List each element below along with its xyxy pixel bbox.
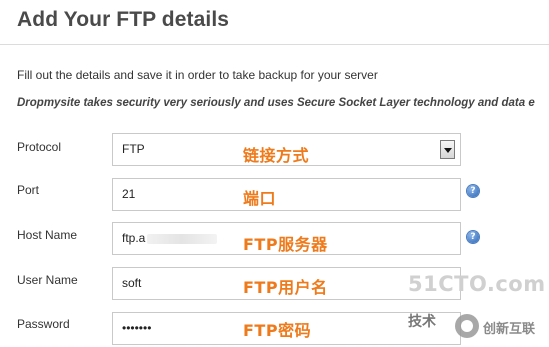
port-label: Port: [17, 183, 40, 197]
watermark-logo-text: 创新互联: [483, 322, 536, 337]
page-title: Add Your FTP details: [17, 8, 230, 31]
user-name-annotation: FTP用户名: [243, 278, 328, 297]
watermark-51cto: 51CTO.com: [408, 272, 546, 296]
user-name-input-value: soft: [122, 276, 142, 290]
title-divider: [0, 44, 549, 45]
host-name-annotation: FTP服务器: [243, 235, 328, 254]
watermark-sub: 技术: [408, 314, 436, 330]
host-name-input-value: ftp.a: [122, 231, 146, 245]
port-annotation: 端口: [243, 189, 277, 208]
help-icon[interactable]: ?: [467, 231, 479, 243]
ftp-details-page: Add Your FTP details Fill out the detail…: [0, 0, 549, 347]
redacted-text: [147, 233, 218, 244]
user-name-label: User Name: [17, 273, 78, 287]
dropdown-arrow-icon[interactable]: [440, 140, 455, 159]
protocol-select-value: FTP: [122, 142, 145, 156]
port-input[interactable]: 21: [112, 178, 461, 211]
watermark-logo-icon: [455, 314, 479, 338]
password-label: Password: [17, 317, 70, 331]
protocol-label: Protocol: [17, 140, 62, 154]
help-icon[interactable]: ?: [467, 185, 479, 197]
host-name-label: Host Name: [17, 228, 78, 242]
port-input-value: 21: [122, 187, 136, 201]
password-annotation: FTP密码: [243, 321, 312, 340]
protocol-annotation: 链接方式: [243, 146, 310, 165]
password-input-value: •••••••: [122, 321, 152, 335]
page-description: Fill out the details and save it in orde…: [17, 68, 378, 82]
security-note: Dropmysite takes security very seriously…: [17, 97, 535, 109]
